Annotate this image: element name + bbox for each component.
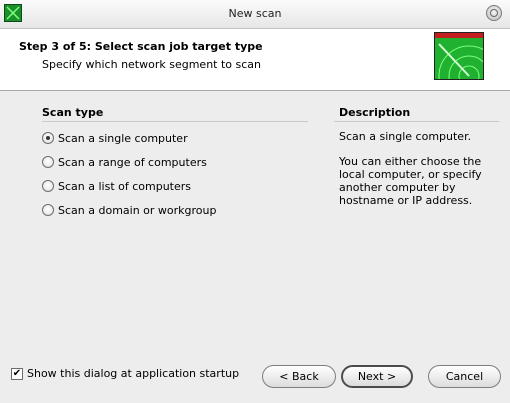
radio-domain-or-workgroup[interactable]: Scan a domain or workgroup <box>42 202 217 218</box>
description-line-2: You can either choose the local computer… <box>339 155 482 207</box>
description-divider <box>334 121 499 122</box>
description-heading: Description <box>339 106 411 119</box>
scan-type-heading: Scan type <box>42 106 104 119</box>
radio-label: Scan a list of computers <box>58 179 192 193</box>
radar-icon <box>434 32 484 80</box>
wizard-header: Step 3 of 5: Select scan job target type… <box>0 29 510 91</box>
startup-checkbox-row[interactable]: ✔ Show this dialog at application startu… <box>11 367 239 380</box>
back-button[interactable]: < Back <box>262 365 336 388</box>
title-bar[interactable]: New scan <box>0 0 510 29</box>
close-icon[interactable] <box>486 5 502 21</box>
startup-checkbox[interactable]: ✔ <box>11 367 23 380</box>
radio-button[interactable] <box>42 156 54 168</box>
radio-label: Scan a range of computers <box>58 155 207 169</box>
radio-button[interactable] <box>42 204 54 216</box>
radio-label: Scan a single computer <box>58 131 188 145</box>
scan-type-divider <box>42 121 308 122</box>
startup-checkbox-label: Show this dialog at application startup <box>27 367 240 380</box>
radio-list-of-computers[interactable]: Scan a list of computers <box>42 178 191 194</box>
radio-range-of-computers[interactable]: Scan a range of computers <box>42 154 207 170</box>
radio-label: Scan a domain or workgroup <box>58 203 217 217</box>
radio-single-computer[interactable]: Scan a single computer <box>42 130 188 146</box>
new-scan-dialog: New scan Step 3 of 5: Select scan job ta… <box>0 0 510 403</box>
description-line-1: Scan a single computer. <box>339 130 472 143</box>
radio-button[interactable] <box>42 180 54 192</box>
radio-button[interactable] <box>42 132 54 144</box>
cancel-button[interactable]: Cancel <box>428 365 501 388</box>
next-button[interactable]: Next > <box>341 365 413 388</box>
window-title: New scan <box>228 7 282 20</box>
step-subtitle: Specify which network segment to scan <box>42 58 262 71</box>
step-title: Step 3 of 5: Select scan job target type <box>19 40 263 53</box>
